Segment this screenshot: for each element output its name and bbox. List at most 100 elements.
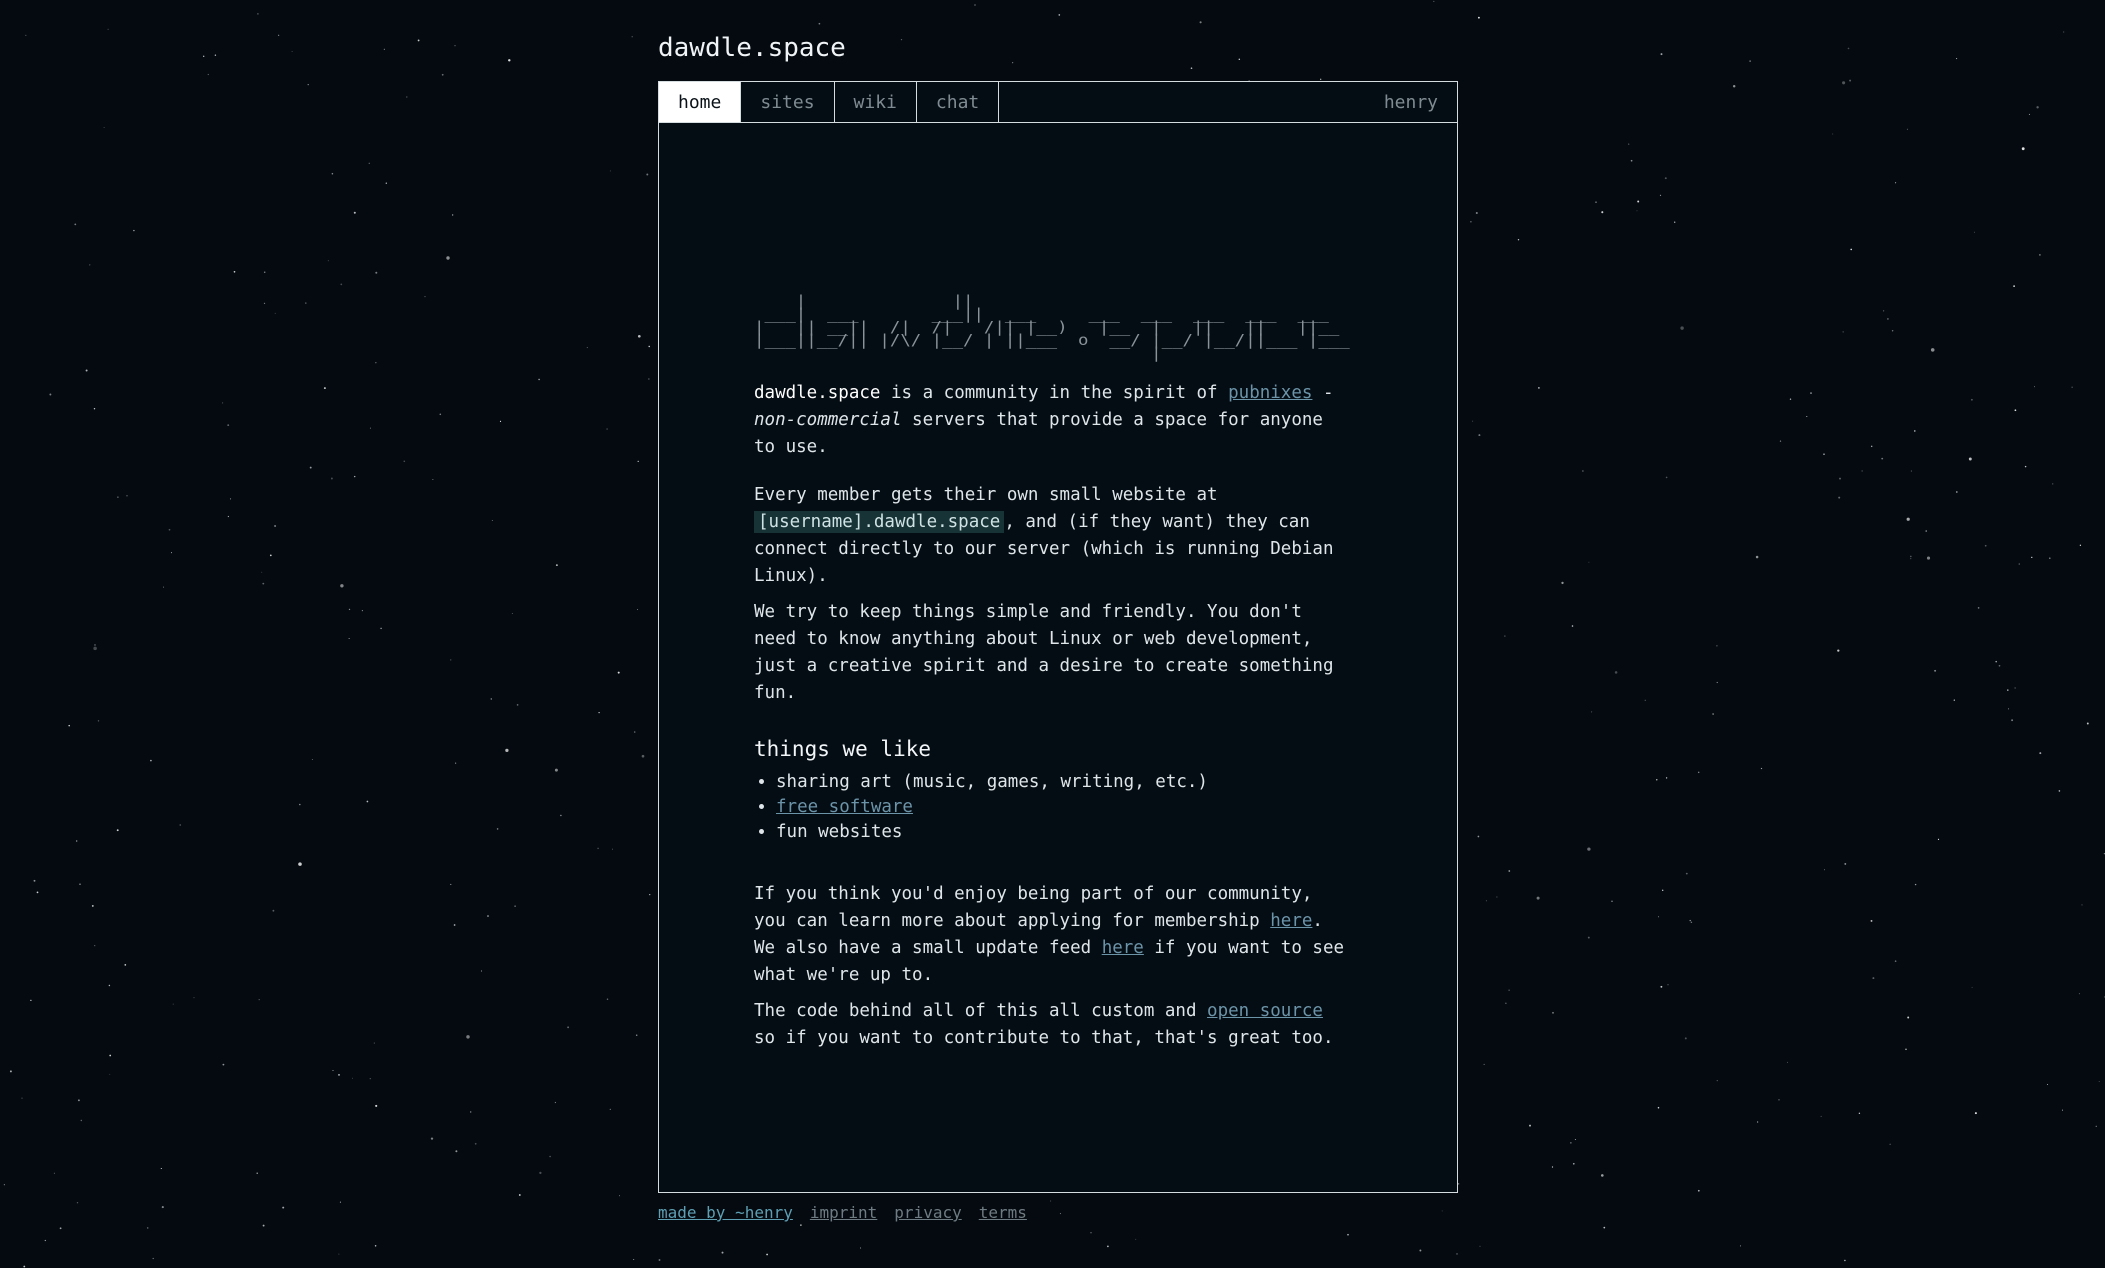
simple-paragraph: We try to keep things simple and friendl… [754,602,1334,703]
star [606,428,608,430]
star [1926,556,1931,560]
star [1974,1112,1977,1115]
star [1472,420,1474,422]
star [21,1097,23,1099]
star [1456,1253,1458,1255]
star [263,302,266,305]
star [2078,993,2080,995]
star [1886,317,1889,320]
star [1685,872,1688,875]
star [1806,415,1808,418]
star [1689,919,1691,922]
user-link[interactable]: henry [1365,82,1457,122]
star [1870,919,1873,922]
tab-chat[interactable]: chat [917,82,1000,122]
update-feed-link[interactable]: here [1102,938,1144,958]
tab-home[interactable]: home [659,82,742,122]
star [1667,983,1669,986]
star [2039,254,2041,256]
star [455,762,457,764]
star [1587,847,1591,851]
membership-link[interactable]: here [1270,911,1312,931]
star [103,126,105,128]
likes-list: sharing art (music, games, writing, etc.… [754,770,1457,845]
star [1716,644,1718,647]
star [2036,106,2039,109]
star [1551,1166,1554,1168]
star [1934,669,1937,672]
star [641,754,645,758]
free-software-link[interactable]: free software [776,797,913,817]
open-source-link[interactable]: open source [1207,1001,1323,1021]
star [474,1142,477,1145]
star [586,347,588,349]
star [432,479,434,480]
privacy-link[interactable]: privacy [894,1203,961,1222]
star [327,260,329,262]
star [269,554,272,557]
star [491,520,493,521]
star [74,223,77,226]
star [117,496,119,498]
terms-link[interactable]: terms [979,1203,1027,1222]
star [94,644,96,646]
star [1787,1061,1788,1063]
star [257,13,259,15]
star [340,283,343,286]
star [262,1224,265,1227]
star [1600,1174,1604,1177]
star [516,704,519,706]
star [499,420,502,422]
star [1847,47,1850,50]
star [1995,660,1997,663]
list-item: sharing art (music, games, writing, etc.… [776,770,1457,795]
star [68,724,70,727]
star [2024,465,2027,468]
star [1657,1106,1660,1109]
tab-sites[interactable]: sites [741,82,835,122]
star [1637,200,1640,203]
star [1090,1232,1092,1234]
star [1716,1079,1718,1082]
intro-brand: dawdle.space [754,383,881,403]
star [1587,936,1590,939]
star [2047,1084,2048,1085]
star [450,883,452,885]
star [1690,921,1693,924]
star [222,402,224,404]
star [385,182,387,184]
star [1732,84,1736,88]
star [146,1227,149,1229]
star [1778,1098,1780,1101]
star [1891,330,1894,332]
star [518,1194,521,1196]
imprint-link[interactable]: imprint [810,1203,877,1222]
star [1712,713,1714,715]
pubnixes-link[interactable]: pubnixes [1228,383,1312,403]
star [637,460,639,463]
star [374,1245,377,1247]
star [179,824,181,826]
star [1839,477,1841,480]
tab-bar: home sites wiki chat henry [659,82,1457,123]
star [2061,1109,2064,1111]
star [633,1258,635,1261]
star [635,1034,638,1037]
star [818,22,821,25]
site-title: dawdle.space [658,33,846,63]
star [554,1101,557,1104]
star [1536,896,1540,900]
star [36,891,39,894]
intro-text-1: is a community in the spirit of [880,383,1229,403]
star [1925,530,1927,532]
star [193,997,195,999]
star [369,1078,371,1080]
star [348,608,351,611]
star [1135,1238,1137,1240]
star [1883,310,1885,312]
made-by-link[interactable]: made by ~henry [658,1203,793,1222]
tab-wiki[interactable]: wiki [835,82,917,122]
code-text-2: so if you want to contribute to that, th… [754,1028,1334,1048]
star [309,466,312,469]
star [91,904,94,907]
